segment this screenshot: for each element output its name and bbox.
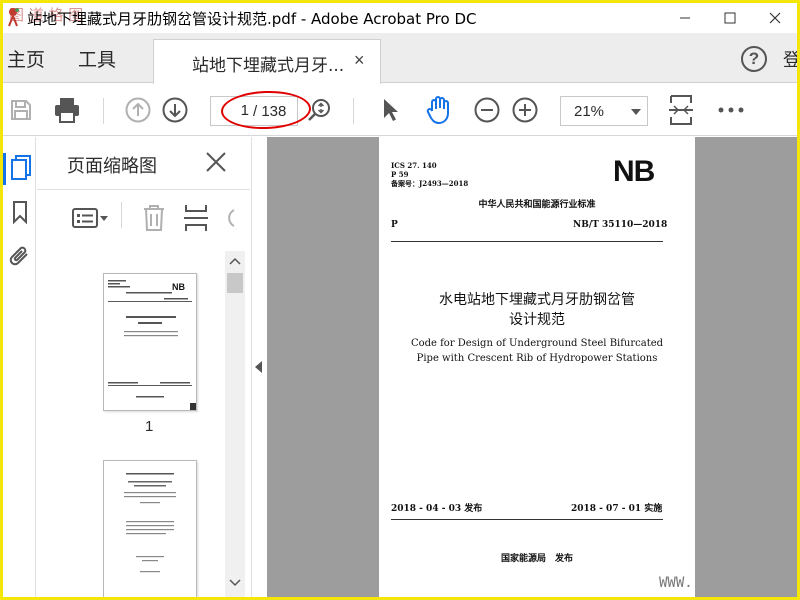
minimize-icon	[680, 17, 690, 19]
save-button[interactable]	[5, 94, 37, 126]
svg-text:NB: NB	[172, 282, 185, 292]
thumbnail-preview: NB	[108, 280, 196, 410]
toolbar-separator	[121, 202, 122, 228]
insert-page-button[interactable]	[182, 202, 210, 234]
help-button[interactable]: ?	[741, 46, 767, 72]
toolbar-separator	[353, 98, 354, 124]
nav-home[interactable]: 主页	[7, 45, 45, 72]
page-thumbnail[interactable]: NB	[103, 273, 197, 411]
thumbnail-preview	[124, 473, 176, 573]
zoom-level-dropdown[interactable]: 21%	[560, 96, 648, 126]
p-code: P 59	[391, 170, 409, 179]
next-page-button[interactable]	[159, 94, 191, 126]
document-tab-label: 站地下埋藏式月牙...	[192, 56, 345, 76]
zoom-out-button[interactable]	[471, 94, 503, 126]
title-chinese-line-2: 设计规范	[509, 312, 565, 328]
minimize-button[interactable]	[663, 3, 707, 33]
select-tool-button[interactable]	[375, 94, 407, 126]
document-tab[interactable]: 站地下埋藏式月牙... ×	[153, 39, 381, 84]
page-thumbnail[interactable]	[103, 460, 197, 597]
header-rule	[391, 241, 663, 242]
category-code: P	[391, 220, 398, 230]
close-window-button[interactable]	[753, 3, 797, 33]
footer-rule	[391, 519, 663, 520]
plus-circle-icon	[512, 97, 538, 123]
thumbnail-scrollbar[interactable]	[225, 251, 245, 597]
site-watermark: WWW.	[659, 575, 693, 591]
document-tab-close-icon[interactable]: ×	[354, 50, 365, 71]
title-english-line-1: Code for Design of Underground Steel Bif…	[410, 338, 664, 349]
left-navigation-rail	[3, 137, 36, 597]
standard-number: NB/T 35110—2018	[573, 220, 668, 230]
previous-page-button[interactable]	[122, 94, 154, 126]
collapse-arrow-icon[interactable]	[255, 361, 263, 373]
panel-title: 页面缩略图	[67, 156, 157, 177]
thumbnail-page-label: 1	[145, 418, 154, 435]
toolbar: / 138	[3, 84, 797, 136]
hand-icon	[426, 96, 449, 124]
save-icon	[11, 100, 31, 120]
page-thumbnails-button[interactable]	[8, 153, 34, 183]
zoom-level-value: 21%	[574, 103, 605, 120]
attachments-button[interactable]	[7, 241, 33, 271]
fit-page-button[interactable]	[665, 92, 697, 128]
arrow-down-circle-icon	[162, 97, 188, 123]
insert-pages-icon	[184, 205, 208, 231]
title-chinese-line-1: 水电站地下埋藏式月牙肋钢岔管	[439, 292, 635, 308]
menu-tab-bar: 主页 工具 站地下埋藏式月牙... × ? 登	[3, 33, 797, 84]
minus-circle-icon	[474, 97, 500, 123]
paperclip-icon	[9, 246, 28, 266]
options-menu-icon	[72, 208, 108, 228]
arrow-up-circle-icon	[125, 97, 151, 123]
print-icon	[55, 98, 79, 123]
issue-date: 2018 - 04 - 03 发布	[391, 504, 483, 514]
zoom-in-button[interactable]	[509, 94, 541, 126]
title-english-line-2: Pipe with Crescent Rib of Hydropower Sta…	[416, 353, 658, 364]
fit-page-icon	[669, 95, 693, 125]
document-viewport[interactable]: ICS 27. 140 P 59 备案号：J2493—2018 NB 中华人民共…	[267, 137, 797, 597]
thumbnails-panel: 页面缩略图 NB 1	[37, 137, 250, 597]
page-thumbnails-icon	[11, 155, 31, 180]
panel-close-button[interactable]	[205, 151, 227, 178]
panel-collapse-handle[interactable]	[251, 137, 267, 597]
more-icon	[718, 107, 744, 113]
chevron-down-icon	[631, 109, 641, 115]
close-icon	[769, 12, 781, 24]
scrollbar-thumb[interactable]	[227, 273, 243, 293]
print-button[interactable]	[50, 94, 84, 126]
nb-logo: NB	[613, 155, 655, 188]
delete-page-button[interactable]	[140, 202, 168, 234]
ics-code: ICS 27. 140	[391, 161, 437, 170]
acrobat-window: 图 道 格 图 站地下埋藏式月牙肋钢岔管设计规范.pdf - Adobe Acr…	[3, 3, 797, 597]
trash-icon	[144, 205, 164, 231]
maximize-button[interactable]	[708, 3, 752, 33]
maximize-icon	[724, 12, 736, 24]
sign-in-label[interactable]: 登	[783, 46, 797, 72]
active-indicator	[3, 153, 6, 185]
bookmarks-button[interactable]	[8, 197, 32, 227]
toolbar-separator	[103, 98, 104, 124]
pdf-page: ICS 27. 140 P 59 备案号：J2493—2018 NB 中华人民共…	[379, 137, 695, 597]
thumbnail-tools	[37, 189, 250, 247]
cursor-arrow-icon	[384, 99, 398, 121]
rotate-page-button[interactable]	[221, 204, 237, 232]
bookmark-icon	[13, 201, 27, 224]
title-bar: 图 道 格 图 站地下埋藏式月牙肋钢岔管设计规范.pdf - Adobe Acr…	[3, 3, 797, 33]
window-title: 站地下埋藏式月牙肋钢岔管设计规范.pdf - Adobe Acrobat Pro…	[27, 10, 477, 28]
issuer: 国家能源局 发布	[500, 554, 573, 564]
industry-standard-label: 中华人民共和国能源行业标准	[478, 200, 596, 210]
chevron-up-icon[interactable]	[229, 257, 241, 265]
close-icon	[206, 152, 226, 172]
thumbnail-options-button[interactable]	[71, 204, 111, 232]
record-number: 备案号：J2493—2018	[391, 179, 469, 188]
rotate-icon	[228, 209, 235, 227]
more-tools-button[interactable]	[715, 94, 747, 126]
chevron-down-icon[interactable]	[229, 579, 241, 587]
nav-tools[interactable]: 工具	[78, 45, 116, 72]
implementation-date: 2018 - 07 - 01 实施	[571, 504, 663, 514]
hand-tool-button[interactable]	[421, 92, 457, 128]
